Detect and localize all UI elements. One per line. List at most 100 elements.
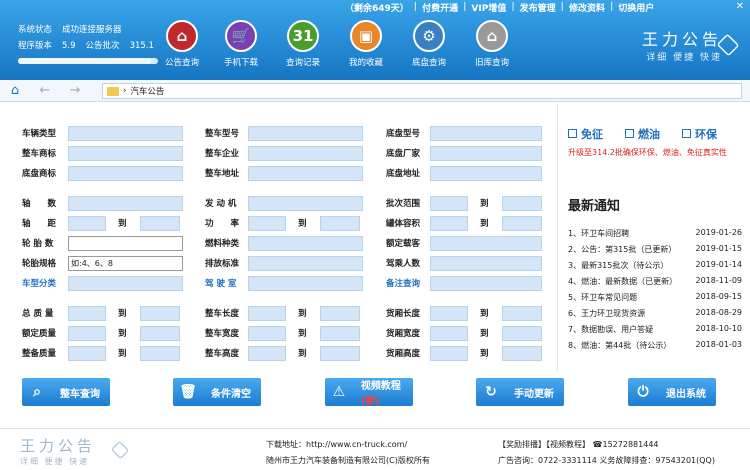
- forward-icon[interactable]: →: [60, 83, 90, 98]
- field-label: 轴 距: [22, 219, 57, 229]
- range-from-input[interactable]: [430, 196, 468, 211]
- form-input[interactable]: [68, 276, 183, 291]
- form-input[interactable]: [68, 236, 183, 251]
- batch-label: 公告批次: [85, 41, 120, 51]
- range-to-input[interactable]: [140, 306, 180, 321]
- range-from-input[interactable]: [248, 326, 286, 341]
- notice-item[interactable]: 2、公告：第315批（已更新） 2019-01-15: [568, 244, 742, 255]
- button-trash[interactable]: 🗑 条件清空: [173, 378, 261, 406]
- form-input[interactable]: [248, 236, 363, 251]
- button-refresh[interactable]: ↻ 手动更新: [476, 378, 564, 406]
- field-label: 整车地址: [205, 169, 240, 179]
- range-to-input[interactable]: [502, 306, 542, 321]
- box-icon: ▣: [350, 20, 382, 52]
- form-input[interactable]: [430, 126, 542, 141]
- notice-item[interactable]: 3、最新315批次（待公示） 2019-01-14: [568, 260, 742, 271]
- notice-item[interactable]: 8、燃油：第44批（待公示） 2018-01-03: [568, 340, 742, 351]
- notice-item[interactable]: 6、王力环卫现货资源 2018-08-29: [568, 308, 742, 319]
- download-link[interactable]: 下载地址：http://www.cn-truck.com/: [266, 437, 430, 453]
- form-input[interactable]: [248, 256, 363, 271]
- search-icon: ⌕: [33, 384, 41, 400]
- range-to-input[interactable]: [320, 306, 360, 321]
- range-from-input[interactable]: [248, 346, 286, 361]
- link-publish[interactable]: 发布管理: [515, 1, 561, 14]
- notice-item[interactable]: 7、数据勘误、用户答疑 2018-10-10: [568, 324, 742, 335]
- range-to-input[interactable]: [140, 216, 180, 231]
- checkbox-fuel[interactable]: 燃油: [625, 126, 660, 142]
- form-input[interactable]: [430, 236, 542, 251]
- range-from-input[interactable]: [68, 216, 106, 231]
- close-icon[interactable]: ✕: [736, 1, 744, 12]
- form-input[interactable]: [430, 276, 542, 291]
- range-from-input[interactable]: [430, 346, 468, 361]
- form-input[interactable]: [248, 166, 363, 181]
- checkbox-eco[interactable]: 环保: [682, 126, 717, 142]
- back-icon[interactable]: ←: [30, 83, 60, 98]
- home-icon[interactable]: ⌂: [0, 83, 30, 98]
- range-to-input[interactable]: [502, 326, 542, 341]
- range-from-input[interactable]: [248, 306, 286, 321]
- range-from-input[interactable]: [68, 326, 106, 341]
- field-label: 底盘型号: [386, 129, 421, 139]
- toolbar-query-history[interactable]: 31 查询记录: [275, 20, 331, 68]
- notice-item[interactable]: 5、环卫车常见问题 2018-09-15: [568, 292, 742, 303]
- button-search[interactable]: ⌕ 整车查询: [22, 378, 110, 406]
- address-bar[interactable]: › 汽车公告: [102, 83, 742, 99]
- toolbar-mobile-download[interactable]: 🛒 手机下载: [213, 20, 269, 68]
- notice-item[interactable]: 1、环卫车间招聘 2019-01-26: [568, 228, 742, 239]
- range-to-label: 到: [298, 349, 307, 359]
- range-to-input[interactable]: [140, 346, 180, 361]
- range-from-input[interactable]: [430, 216, 468, 231]
- form-input[interactable]: [430, 256, 542, 271]
- brand: 王力公告 详细 便捷 快速: [642, 26, 722, 63]
- toolbar-favorites[interactable]: ▣ 我的收藏: [338, 20, 394, 68]
- field-label: 整车宽度: [205, 329, 240, 339]
- form-input[interactable]: [248, 126, 363, 141]
- form-input[interactable]: [430, 146, 542, 161]
- progress-bar: [18, 58, 158, 64]
- link-pay[interactable]: 付费开通: [417, 1, 463, 14]
- range-to-input[interactable]: [320, 216, 360, 231]
- range-to-input[interactable]: [502, 216, 542, 231]
- notice-item[interactable]: 4、燃油：最新数据（已更新） 2018-11-09: [568, 276, 742, 287]
- checkbox-tax-exempt[interactable]: 免征: [568, 126, 603, 142]
- toolbar-old-db-query[interactable]: ⌂ 旧库查询: [464, 20, 520, 68]
- form-input[interactable]: [248, 146, 363, 161]
- toolbar-chassis-query[interactable]: ⚙ 底盘查询: [401, 20, 457, 68]
- button-warning[interactable]: ⚠ 视频教程(新): [325, 378, 413, 407]
- range-to-input[interactable]: [502, 196, 542, 211]
- field-label: 驾乘人数: [386, 259, 421, 269]
- form-input[interactable]: [430, 166, 542, 181]
- toolbar-announcement-query[interactable]: ⌂ 公告查询: [154, 20, 210, 68]
- form-input[interactable]: [68, 126, 183, 141]
- notice-text: 4、燃油：最新数据（已更新）: [568, 277, 678, 286]
- range-to-input[interactable]: [320, 346, 360, 361]
- range-to-input[interactable]: [140, 326, 180, 341]
- range-from-input[interactable]: [248, 216, 286, 231]
- range-from-input[interactable]: [430, 306, 468, 321]
- form-input[interactable]: [248, 196, 363, 211]
- range-to-input[interactable]: [320, 326, 360, 341]
- form-input[interactable]: 如:4、6、8: [68, 256, 183, 271]
- upgrade-notice[interactable]: 升级至314.2批确保环保、燃油、免征真实性: [568, 147, 727, 158]
- range-from-input[interactable]: [68, 346, 106, 361]
- range-from-input[interactable]: [430, 326, 468, 341]
- field-label: 底盘地址: [386, 169, 421, 179]
- form-input[interactable]: [68, 146, 183, 161]
- range-to-label: 到: [118, 349, 127, 359]
- notice-date: 2018-01-03: [695, 340, 743, 349]
- range-to-input[interactable]: [502, 346, 542, 361]
- link-switch-user[interactable]: 切换用户: [613, 1, 659, 14]
- link-profile[interactable]: 修改资料: [564, 1, 610, 14]
- button-power[interactable]: ⏻ 退出系统: [628, 378, 716, 406]
- form-input[interactable]: [68, 166, 183, 181]
- range-from-input[interactable]: [68, 306, 106, 321]
- field-label: 货厢长度: [386, 309, 421, 319]
- link-vip[interactable]: VIP增值: [466, 1, 511, 14]
- footer-links[interactable]: 【奖励排播】【视频教程】 ☎15272881444: [498, 437, 715, 453]
- field-label: 批次范围: [386, 199, 421, 209]
- range-to-label: 到: [118, 219, 127, 229]
- footer-brand-subtitle: 详细 便捷 快速: [20, 457, 90, 466]
- form-input[interactable]: [68, 196, 183, 211]
- form-input[interactable]: [248, 276, 363, 291]
